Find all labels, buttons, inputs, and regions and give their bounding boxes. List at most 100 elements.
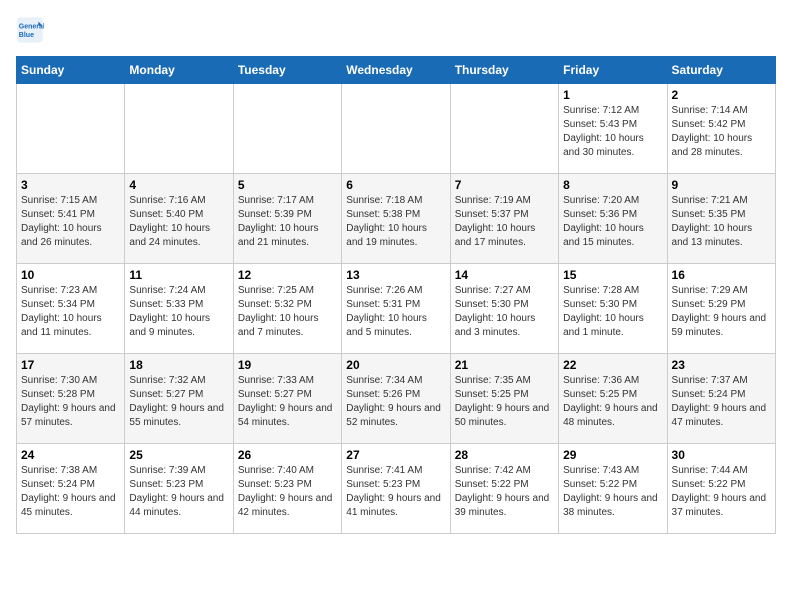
calendar-header-friday: Friday (559, 57, 667, 84)
calendar-cell: 29 Sunrise: 7:43 AM Sunset: 5:22 PM Dayli… (559, 444, 667, 534)
calendar-cell: 2 Sunrise: 7:14 AM Sunset: 5:42 PM Daylig… (667, 84, 775, 174)
calendar-cell: 23 Sunrise: 7:37 AM Sunset: 5:24 PM Dayli… (667, 354, 775, 444)
day-number: 10 (21, 268, 120, 282)
calendar-cell (17, 84, 125, 174)
calendar-week-row: 17Sunrise: 7:30 AM Sunset: 5:28 PM Dayli… (17, 354, 776, 444)
day-number: 23 (672, 358, 771, 372)
day-info: Sunrise: 7:14 AM Sunset: 5:42 PM Dayligh… (672, 104, 771, 160)
day-number: 20 (346, 358, 445, 372)
calendar-cell: 15Sunrise: 7:28 AM Sunset: 5:30 PM Dayli… (559, 264, 667, 354)
calendar-header-row: SundayMondayTuesdayWednesdayThursdayFrid… (17, 57, 776, 84)
day-number: 2 (672, 88, 771, 102)
calendar-cell: 24 Sunrise: 7:38 AM Sunset: 5:24 PM Dayli… (17, 444, 125, 534)
calendar-cell: 4 Sunrise: 7:16 AM Sunset: 5:40 PM Daylig… (125, 174, 233, 264)
day-info: Sunrise: 7:40 AM Sunset: 5:23 PM Dayligh… (238, 464, 337, 520)
day-info: Sunrise: 7:36 AM Sunset: 5:25 PM Dayligh… (563, 374, 662, 430)
logo: General Blue (16, 16, 48, 44)
calendar-cell (125, 84, 233, 174)
day-info: Sunrise: 7:35 AM Sunset: 5:25 PM Dayligh… (455, 374, 554, 430)
day-info: Sunrise: 7:16 AM Sunset: 5:40 PM Dayligh… (129, 194, 228, 250)
day-number: 15 (563, 268, 662, 282)
day-info: Sunrise: 7:44 AM Sunset: 5:22 PM Dayligh… (672, 464, 771, 520)
calendar-cell: 3 Sunrise: 7:15 AM Sunset: 5:41 PM Daylig… (17, 174, 125, 264)
day-number: 18 (129, 358, 228, 372)
calendar-header-thursday: Thursday (450, 57, 558, 84)
day-number: 22 (563, 358, 662, 372)
day-info: Sunrise: 7:15 AM Sunset: 5:41 PM Dayligh… (21, 194, 120, 250)
calendar-cell: 25 Sunrise: 7:39 AM Sunset: 5:23 PM Dayli… (125, 444, 233, 534)
day-info: Sunrise: 7:21 AM Sunset: 5:35 PM Dayligh… (672, 194, 771, 250)
day-number: 3 (21, 178, 120, 192)
calendar-cell: 30Sunrise: 7:44 AM Sunset: 5:22 PM Dayli… (667, 444, 775, 534)
calendar-header-saturday: Saturday (667, 57, 775, 84)
calendar-week-row: 3 Sunrise: 7:15 AM Sunset: 5:41 PM Daylig… (17, 174, 776, 264)
day-number: 6 (346, 178, 445, 192)
calendar-cell: 20 Sunrise: 7:34 AM Sunset: 5:26 PM Dayli… (342, 354, 450, 444)
day-number: 19 (238, 358, 337, 372)
day-number: 5 (238, 178, 337, 192)
calendar-table: SundayMondayTuesdayWednesdayThursdayFrid… (16, 56, 776, 534)
day-number: 11 (129, 268, 228, 282)
calendar-cell: 9 Sunrise: 7:21 AM Sunset: 5:35 PM Daylig… (667, 174, 775, 264)
day-info: Sunrise: 7:29 AM Sunset: 5:29 PM Dayligh… (672, 284, 771, 340)
day-info: Sunrise: 7:32 AM Sunset: 5:27 PM Dayligh… (129, 374, 228, 430)
svg-text:Blue: Blue (19, 32, 34, 39)
calendar-cell: 14 Sunrise: 7:27 AM Sunset: 5:30 PM Dayli… (450, 264, 558, 354)
day-number: 12 (238, 268, 337, 282)
calendar-header-tuesday: Tuesday (233, 57, 341, 84)
calendar-cell: 12Sunrise: 7:25 AM Sunset: 5:32 PM Dayli… (233, 264, 341, 354)
day-number: 1 (563, 88, 662, 102)
calendar-cell: 1 Sunrise: 7:12 AM Sunset: 5:43 PM Daylig… (559, 84, 667, 174)
calendar-cell: 8 Sunrise: 7:20 AM Sunset: 5:36 PM Daylig… (559, 174, 667, 264)
logo-icon: General Blue (16, 16, 44, 44)
day-number: 4 (129, 178, 228, 192)
day-number: 25 (129, 448, 228, 462)
day-info: Sunrise: 7:20 AM Sunset: 5:36 PM Dayligh… (563, 194, 662, 250)
day-info: Sunrise: 7:30 AM Sunset: 5:28 PM Dayligh… (21, 374, 120, 430)
day-info: Sunrise: 7:12 AM Sunset: 5:43 PM Dayligh… (563, 104, 662, 160)
day-info: Sunrise: 7:38 AM Sunset: 5:24 PM Dayligh… (21, 464, 120, 520)
calendar-cell: 5 Sunrise: 7:17 AM Sunset: 5:39 PM Daylig… (233, 174, 341, 264)
day-info: Sunrise: 7:39 AM Sunset: 5:23 PM Dayligh… (129, 464, 228, 520)
calendar-cell: 21Sunrise: 7:35 AM Sunset: 5:25 PM Dayli… (450, 354, 558, 444)
day-info: Sunrise: 7:19 AM Sunset: 5:37 PM Dayligh… (455, 194, 554, 250)
calendar-cell: 18 Sunrise: 7:32 AM Sunset: 5:27 PM Dayli… (125, 354, 233, 444)
calendar-cell (342, 84, 450, 174)
calendar-header-wednesday: Wednesday (342, 57, 450, 84)
calendar-cell: 7 Sunrise: 7:19 AM Sunset: 5:37 PM Daylig… (450, 174, 558, 264)
calendar-week-row: 1 Sunrise: 7:12 AM Sunset: 5:43 PM Daylig… (17, 84, 776, 174)
day-number: 28 (455, 448, 554, 462)
day-number: 8 (563, 178, 662, 192)
day-number: 7 (455, 178, 554, 192)
day-info: Sunrise: 7:17 AM Sunset: 5:39 PM Dayligh… (238, 194, 337, 250)
calendar-cell: 28 Sunrise: 7:42 AM Sunset: 5:22 PM Dayli… (450, 444, 558, 534)
calendar-header-monday: Monday (125, 57, 233, 84)
day-number: 13 (346, 268, 445, 282)
calendar-week-row: 10Sunrise: 7:23 AM Sunset: 5:34 PM Dayli… (17, 264, 776, 354)
day-info: Sunrise: 7:34 AM Sunset: 5:26 PM Dayligh… (346, 374, 445, 430)
calendar-cell (450, 84, 558, 174)
day-info: Sunrise: 7:37 AM Sunset: 5:24 PM Dayligh… (672, 374, 771, 430)
calendar-cell: 11Sunrise: 7:24 AM Sunset: 5:33 PM Dayli… (125, 264, 233, 354)
calendar-cell: 6Sunrise: 7:18 AM Sunset: 5:38 PM Daylig… (342, 174, 450, 264)
calendar-week-row: 24 Sunrise: 7:38 AM Sunset: 5:24 PM Dayli… (17, 444, 776, 534)
day-number: 14 (455, 268, 554, 282)
calendar-cell (233, 84, 341, 174)
day-info: Sunrise: 7:26 AM Sunset: 5:31 PM Dayligh… (346, 284, 445, 340)
day-number: 26 (238, 448, 337, 462)
calendar-cell: 26 Sunrise: 7:40 AM Sunset: 5:23 PM Dayli… (233, 444, 341, 534)
day-number: 24 (21, 448, 120, 462)
calendar-cell: 22 Sunrise: 7:36 AM Sunset: 5:25 PM Dayli… (559, 354, 667, 444)
calendar-cell: 13 Sunrise: 7:26 AM Sunset: 5:31 PM Dayli… (342, 264, 450, 354)
calendar-cell: 17Sunrise: 7:30 AM Sunset: 5:28 PM Dayli… (17, 354, 125, 444)
page-header: General Blue (16, 16, 776, 44)
day-info: Sunrise: 7:43 AM Sunset: 5:22 PM Dayligh… (563, 464, 662, 520)
calendar-header-sunday: Sunday (17, 57, 125, 84)
day-number: 9 (672, 178, 771, 192)
day-info: Sunrise: 7:27 AM Sunset: 5:30 PM Dayligh… (455, 284, 554, 340)
day-number: 29 (563, 448, 662, 462)
day-number: 27 (346, 448, 445, 462)
day-number: 16 (672, 268, 771, 282)
calendar-cell: 10Sunrise: 7:23 AM Sunset: 5:34 PM Dayli… (17, 264, 125, 354)
day-info: Sunrise: 7:42 AM Sunset: 5:22 PM Dayligh… (455, 464, 554, 520)
